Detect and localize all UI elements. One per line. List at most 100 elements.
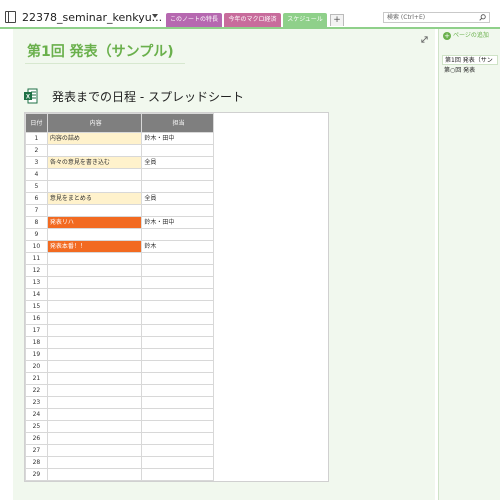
empty-cell[interactable]: [212, 348, 328, 361]
content-cell[interactable]: [46, 180, 143, 193]
search-input[interactable]: 検索 (Ctrl+E): [383, 12, 490, 23]
content-cell[interactable]: 各々の意見を書き込む: [46, 156, 143, 169]
expand-icon[interactable]: [420, 35, 429, 44]
empty-cell[interactable]: [212, 204, 328, 217]
owner-cell[interactable]: [141, 444, 214, 457]
row-number-cell[interactable]: 3: [25, 156, 48, 169]
owner-cell[interactable]: [141, 300, 214, 313]
section-tab-features[interactable]: このノートの特長: [166, 13, 222, 27]
row-number-cell[interactable]: 21: [25, 372, 48, 385]
owner-cell[interactable]: [141, 312, 214, 325]
row-number-cell[interactable]: 24: [25, 408, 48, 421]
empty-cell[interactable]: [212, 456, 328, 469]
row-number-cell[interactable]: 8: [25, 216, 48, 229]
row-number-cell[interactable]: 10: [25, 240, 48, 253]
row-number-cell[interactable]: 13: [25, 276, 48, 289]
owner-cell[interactable]: [141, 468, 214, 481]
row-number-cell[interactable]: 28: [25, 456, 48, 469]
owner-cell[interactable]: [141, 180, 214, 193]
chevron-down-icon[interactable]: [152, 14, 158, 18]
owner-cell[interactable]: [141, 144, 214, 157]
row-number-cell[interactable]: 15: [25, 300, 48, 313]
row-number-cell[interactable]: 6: [25, 192, 48, 205]
content-cell[interactable]: [46, 336, 143, 349]
empty-cell[interactable]: [212, 228, 328, 241]
row-number-cell[interactable]: 20: [25, 360, 48, 373]
owner-cell[interactable]: 全員: [141, 156, 214, 169]
empty-cell[interactable]: [212, 240, 328, 253]
empty-cell[interactable]: [212, 384, 328, 397]
content-cell[interactable]: [46, 420, 143, 433]
row-number-cell[interactable]: 4: [25, 168, 48, 181]
empty-cell[interactable]: [212, 312, 328, 325]
content-cell[interactable]: [46, 456, 143, 469]
content-cell[interactable]: [46, 432, 143, 445]
content-cell[interactable]: [46, 276, 143, 289]
row-number-cell[interactable]: 19: [25, 348, 48, 361]
content-cell[interactable]: [46, 408, 143, 421]
row-number-cell[interactable]: 25: [25, 420, 48, 433]
notebook-title[interactable]: 22378_seminar_kenkyu...: [22, 11, 162, 24]
owner-cell[interactable]: [141, 276, 214, 289]
owner-cell[interactable]: [141, 288, 214, 301]
content-cell[interactable]: 発表リハ: [46, 216, 143, 229]
content-cell[interactable]: 発表本番！！: [46, 240, 143, 253]
content-cell[interactable]: [46, 360, 143, 373]
empty-cell[interactable]: [212, 180, 328, 193]
empty-cell[interactable]: [212, 288, 328, 301]
empty-cell[interactable]: [212, 168, 328, 181]
row-number-cell[interactable]: 26: [25, 432, 48, 445]
row-number-cell[interactable]: 14: [25, 288, 48, 301]
content-cell[interactable]: [46, 396, 143, 409]
empty-cell[interactable]: [212, 216, 328, 229]
content-cell[interactable]: [46, 252, 143, 265]
empty-cell[interactable]: [212, 192, 328, 205]
owner-cell[interactable]: 鈴木・田中: [141, 216, 214, 229]
empty-cell[interactable]: [212, 420, 328, 433]
add-section-button[interactable]: +: [330, 14, 344, 26]
owner-cell[interactable]: 全員: [141, 192, 214, 205]
owner-cell[interactable]: 鈴木: [141, 240, 214, 253]
empty-cell[interactable]: [212, 408, 328, 421]
empty-cell[interactable]: [212, 276, 328, 289]
owner-cell[interactable]: [141, 252, 214, 265]
empty-cell[interactable]: [212, 336, 328, 349]
excel-file-icon[interactable]: X: [24, 88, 38, 104]
owner-cell[interactable]: [141, 432, 214, 445]
row-number-cell[interactable]: 9: [25, 228, 48, 241]
owner-cell[interactable]: [141, 204, 214, 217]
content-cell[interactable]: 意見をまとめる: [46, 192, 143, 205]
row-number-cell[interactable]: 11: [25, 252, 48, 265]
page-list-item-first[interactable]: 第1回 発表（サン: [442, 55, 498, 65]
section-tab-schedule[interactable]: スケジュール: [283, 13, 327, 28]
row-number-cell[interactable]: 17: [25, 324, 48, 337]
content-cell[interactable]: [46, 312, 143, 325]
row-number-cell[interactable]: 22: [25, 384, 48, 397]
owner-cell[interactable]: [141, 420, 214, 433]
content-cell[interactable]: [46, 324, 143, 337]
content-cell[interactable]: [46, 288, 143, 301]
content-cell[interactable]: [46, 384, 143, 397]
empty-cell[interactable]: [212, 300, 328, 313]
content-cell[interactable]: [46, 144, 143, 157]
owner-cell[interactable]: [141, 384, 214, 397]
content-cell[interactable]: [46, 228, 143, 241]
content-cell[interactable]: [46, 468, 143, 481]
embedded-spreadsheet[interactable]: 日付 内容 担当 1 内容の詰め 鈴木・田中 2 3 各々の意見を書き込む 全員 4 5 6 意見を…: [24, 112, 329, 482]
owner-cell[interactable]: 鈴木・田中: [141, 132, 214, 145]
empty-cell[interactable]: [212, 468, 328, 481]
row-number-cell[interactable]: 5: [25, 180, 48, 193]
page-list-item-second[interactable]: 第○回 発表: [442, 66, 498, 76]
row-number-cell[interactable]: 7: [25, 204, 48, 217]
owner-cell[interactable]: [141, 360, 214, 373]
owner-cell[interactable]: [141, 408, 214, 421]
empty-cell[interactable]: [212, 144, 328, 157]
owner-cell[interactable]: [141, 372, 214, 385]
empty-cell[interactable]: [212, 372, 328, 385]
empty-cell[interactable]: [212, 324, 328, 337]
empty-cell[interactable]: [212, 264, 328, 277]
empty-cell[interactable]: [212, 132, 328, 145]
content-cell[interactable]: [46, 264, 143, 277]
content-cell[interactable]: [46, 204, 143, 217]
add-page-button[interactable]: + ページの追加: [443, 31, 489, 41]
